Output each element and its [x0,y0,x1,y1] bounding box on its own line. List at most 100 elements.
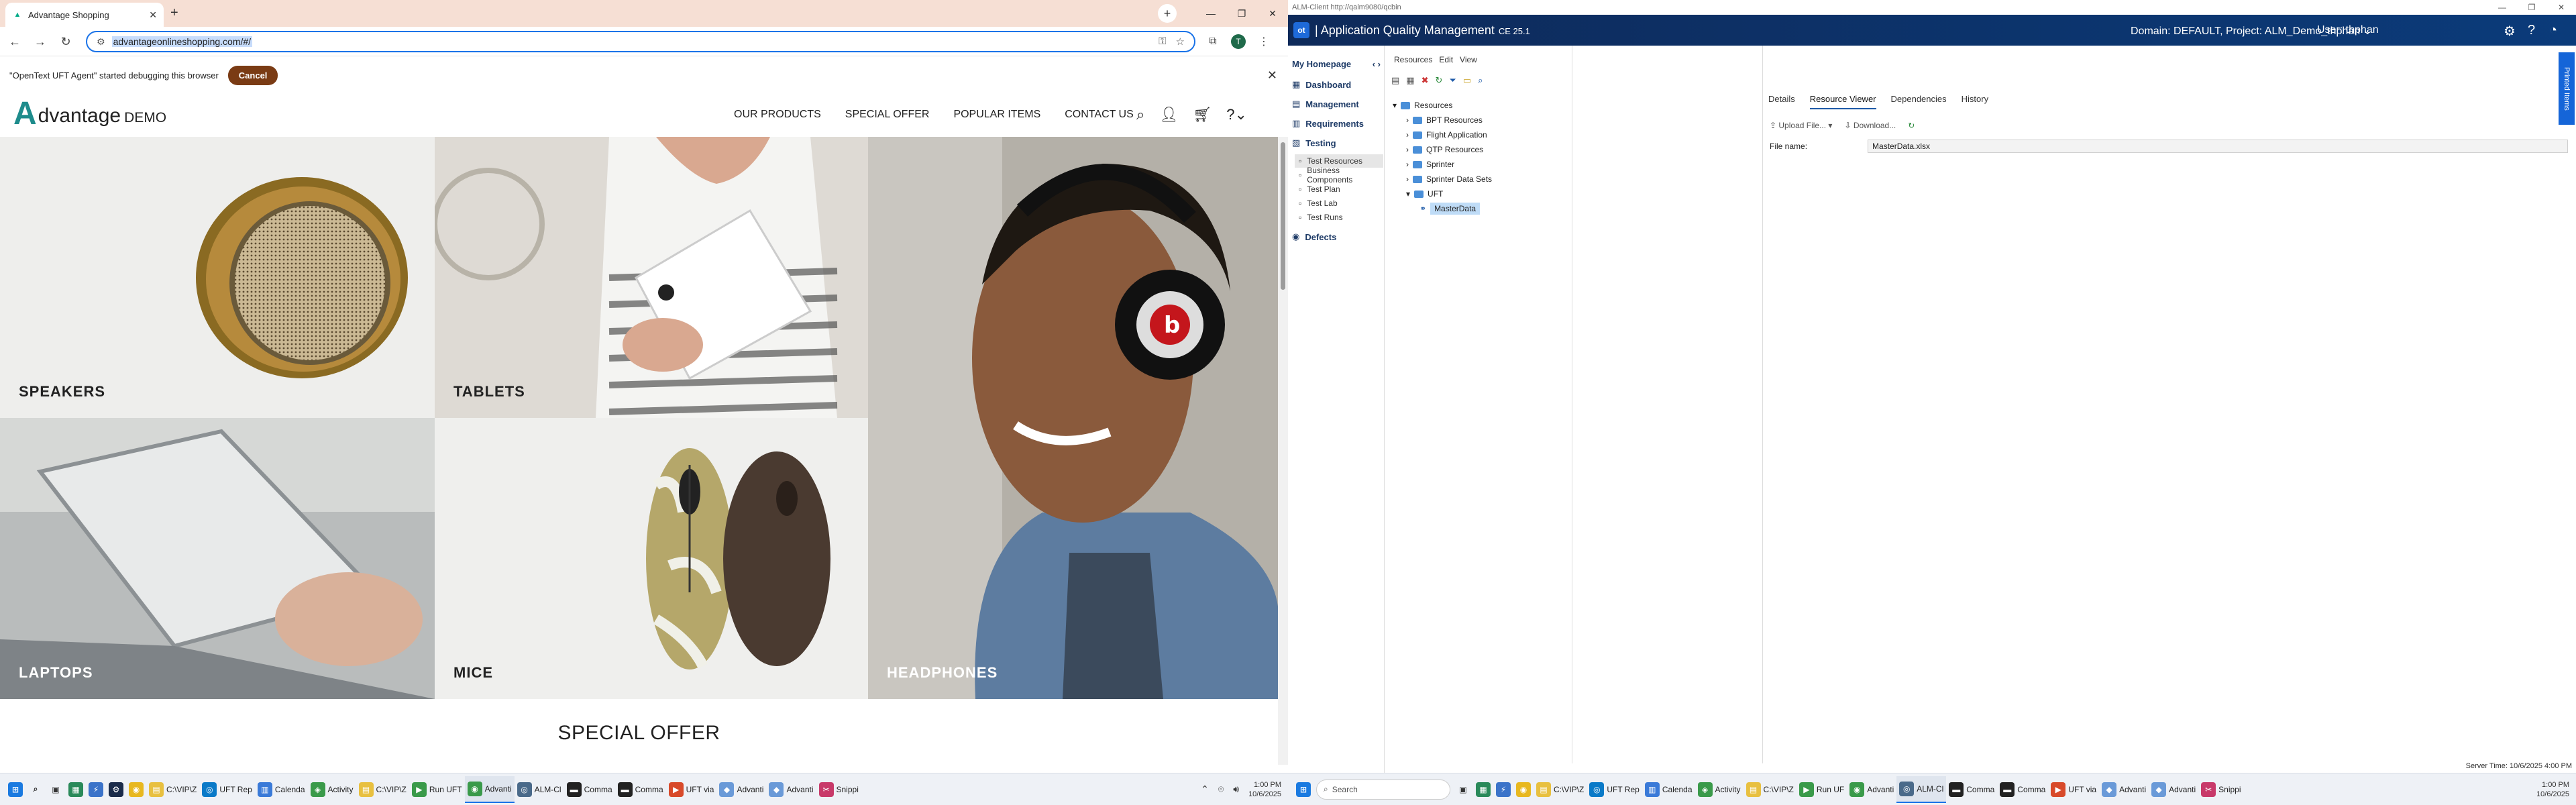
taskbar-item[interactable]: ◈ Activity [308,776,356,803]
help-icon[interactable]: ?⌄ [1226,106,1247,123]
taskbar-item[interactable]: ◈ Activity [1695,776,1743,803]
tab-history[interactable]: History [1962,94,1988,109]
find-icon[interactable]: ⌕ [1478,75,1483,86]
file-name-field[interactable]: MasterData.xlsx [1868,140,2568,153]
restore-icon[interactable]: ❐ [2517,3,2546,12]
close-icon[interactable]: ✕ [1257,0,1288,27]
tree-node[interactable]: ▾ UFT [1406,186,1443,201]
taskbar-item[interactable]: ▥ Calenda [1642,776,1695,803]
cart-icon[interactable]: 🛒︎ [1193,106,1212,123]
tree-node[interactable]: › Sprinter [1406,157,1454,172]
nav-popular-items[interactable]: POPULAR ITEMS [953,109,1040,121]
filter-icon[interactable]: ⏷ [1449,75,1456,86]
refresh-icon[interactable]: ↻ [1436,75,1443,86]
tree-node[interactable]: › QTP Resources [1406,142,1483,157]
tab-search-icon[interactable]: + [1158,4,1177,23]
tab-details[interactable]: Details [1768,94,1795,109]
app-icon[interactable]: ⚡ [1493,776,1513,803]
tree-node[interactable]: › Flight Application [1406,127,1487,142]
app-icon[interactable]: ⚡ [86,776,106,803]
delete-icon[interactable]: ✖ [1421,75,1429,86]
nav-special-offer[interactable]: SPECIAL OFFER [845,109,930,121]
volume-icon[interactable]: 🔊︎ [1233,784,1239,795]
taskbar-item[interactable]: ◆ Advanti [2099,776,2149,803]
printed-items-tab[interactable]: Printed Items [2559,52,2575,125]
taskbar-item[interactable]: ✂ Snippi [816,776,861,803]
taskbar-item[interactable]: ▬ Comma [564,776,615,803]
taskbar-item[interactable]: ◎ UFT Rep [199,776,254,803]
sidebar-item-management[interactable]: ▤ Management [1288,95,1385,113]
tree-node[interactable]: › Sprinter Data Sets [1406,172,1492,186]
folder-tools-icon[interactable]: ▭ [1463,75,1471,86]
site-info-icon[interactable]: ⚙ [97,36,105,48]
close-tab-icon[interactable]: ✕ [149,9,157,21]
restore-icon[interactable]: ❐ [1226,0,1257,27]
extensions-icon[interactable]: ⧉ [1203,32,1222,51]
sidebar-item-my-homepage[interactable]: My Homepage ‹ › [1288,55,1385,72]
category-tablets[interactable]: TABLETS [435,137,868,418]
back-icon[interactable]: ← [5,32,24,51]
start-icon[interactable]: ⊞ [1288,776,1313,803]
taskbar-item[interactable]: ◎ UFT Rep [1587,776,1642,803]
taskbar-item[interactable]: ▬ Comma [1997,776,2048,803]
scroll-thumb[interactable] [1281,142,1285,290]
app-icon[interactable]: ▦ [1473,776,1493,803]
site-logo[interactable]: A dvantage DEMO [13,98,166,130]
taskbar-item[interactable]: ◆ Advanti [2149,776,2198,803]
sidebar-item-defects[interactable]: ◉ Defects [1288,228,1385,246]
taskbar-item[interactable]: ◉ Advanti [464,775,515,803]
taskbar-item[interactable]: ◉ Advanti [1847,776,1896,803]
taskbar-item[interactable]: ▶ UFT via [2048,776,2099,803]
tray-chevron-icon[interactable]: ⌃ [1201,784,1209,795]
download-button[interactable]: ⇩ Download... [1844,121,1896,130]
new-folder-icon[interactable]: ▤ [1391,75,1399,86]
app-icon[interactable]: ⚙ [106,776,126,803]
menu-kebab-icon[interactable]: ⋮ [1254,32,1273,51]
taskbar-item[interactable]: ◆ Advanti [766,776,816,803]
taskbar-item[interactable]: ▬ Comma [615,776,666,803]
app-icon[interactable]: ▦ [66,776,86,803]
menu-edit[interactable]: Edit [1439,55,1453,64]
taskbar-item[interactable]: ▥ Calenda [255,776,308,803]
category-mice[interactable]: MICE [435,418,868,699]
taskbar-item[interactable]: ▬ Comma [1946,776,1997,803]
tree-node-selected[interactable]: ⚭ MasterData [1419,201,1481,216]
search-icon[interactable]: ⌕ [25,776,46,803]
taskbar-item[interactable]: ▶ Run UFT [409,776,465,803]
minimize-icon[interactable]: — [1195,0,1226,27]
category-headphones[interactable]: b HEADPHONES [868,137,1278,699]
browser-tab[interactable]: ▲ Advantage Shopping ✕ [5,3,164,27]
network-icon[interactable]: ⌾ [1218,784,1224,795]
address-bar[interactable]: ⚙ advantageonlineshopping.com/#/ ⚿ ☆ [86,31,1195,52]
close-infobar-icon[interactable]: ✕ [1267,68,1277,83]
clock[interactable]: 1:00 PM 10/6/2025 [1248,780,1281,799]
user-label[interactable]: User: thphan [2317,24,2379,36]
minimize-icon[interactable]: — [2487,3,2517,12]
category-laptops[interactable]: LAPTOPS [0,418,435,699]
taskbar-item[interactable]: ▤ C:\VIP\Z [1534,776,1587,803]
taskbar-item[interactable]: ▤ C:\VIP\Z [146,776,199,803]
taskbar-item[interactable]: ◎ ALM-Cl [515,776,564,803]
taskbar-item[interactable]: ▶ Run UF [1796,776,1847,803]
user-icon[interactable]: 👤︎ [1159,106,1178,123]
taskbar-item[interactable]: ✂ Snippi [2198,776,2243,803]
cancel-button[interactable]: Cancel [227,65,278,85]
password-key-icon[interactable]: ⚿ [1159,36,1166,48]
bookmark-star-icon[interactable]: ☆ [1176,36,1185,48]
sidebar-item-testing[interactable]: ▧ Testing [1288,134,1385,152]
close-icon[interactable]: ✕ [2546,3,2576,12]
menu-resources[interactable]: Resources [1394,55,1432,64]
settings-gear-icon[interactable]: ⚙ [2504,23,2516,40]
page-scrollbar[interactable] [1278,137,1288,765]
nav-our-products[interactable]: OUR PRODUCTS [734,109,821,121]
tree-node[interactable]: › BPT Resources [1406,113,1483,127]
help-icon[interactable]: ? [2528,23,2535,38]
new-resource-icon[interactable]: ▦ [1406,75,1414,86]
forward-icon[interactable]: → [31,32,50,51]
sidebar-sub-test-runs[interactable]: ▫ Test Runs [1295,211,1383,224]
sidebar-sub-test-lab[interactable]: ▫ Test Lab [1295,197,1383,210]
taskbar-item[interactable]: ▤ C:\VIP\Z [1743,776,1796,803]
taskbar-search[interactable]: ⌕ Search [1313,776,1453,803]
upload-file-button[interactable]: ⇪ Upload File... ▾ [1770,121,1832,130]
profile-avatar[interactable]: T [1229,32,1248,51]
